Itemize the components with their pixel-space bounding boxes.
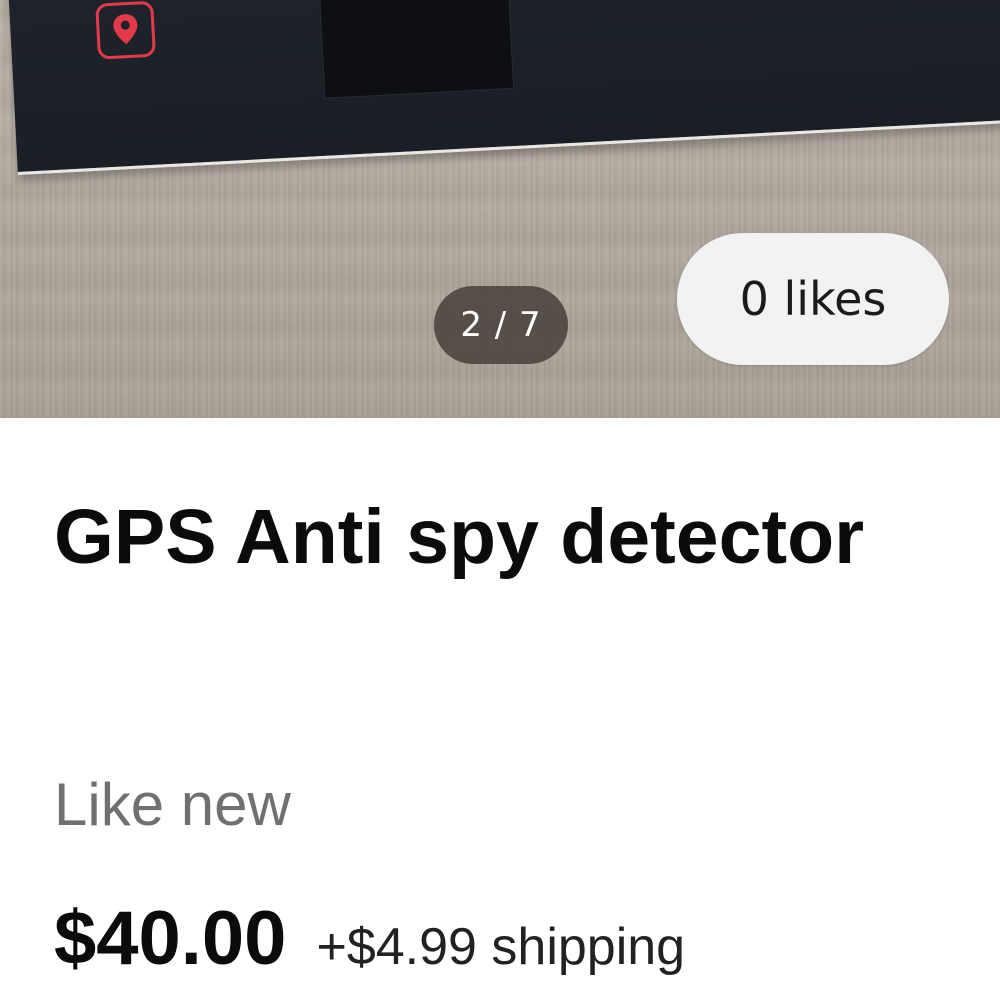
product-photo[interactable]: 2 / 7 0 likes	[0, 0, 1000, 418]
shipping-cost: +$4.99 shipping	[316, 918, 686, 976]
likes-button[interactable]: 0 likes	[677, 233, 949, 365]
price-row: $40.00 +$4.99 shipping	[54, 895, 685, 982]
location-pin-icon	[95, 0, 156, 60]
listing-title: GPS Anti spy detector	[54, 494, 865, 580]
product-box	[6, 0, 1000, 176]
image-counter: 2 / 7	[434, 286, 568, 364]
listing-page: 2 / 7 0 likes GPS Anti spy detector Like…	[0, 0, 1000, 1000]
item-price: $40.00	[54, 896, 287, 981]
tape-patch	[318, 0, 515, 99]
item-condition: Like new	[54, 771, 291, 838]
